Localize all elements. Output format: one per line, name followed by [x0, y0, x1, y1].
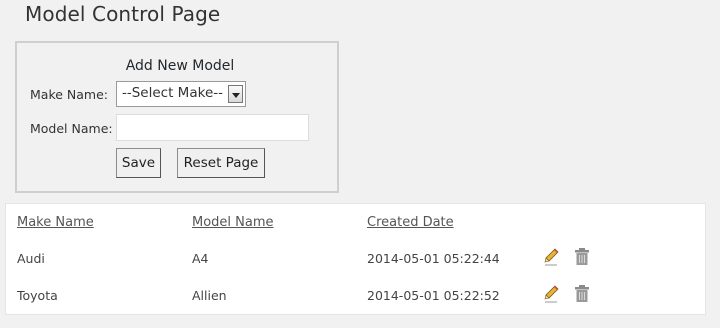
make-name-cell: Audi	[17, 251, 45, 266]
table-row: Audi A4 2014-05-01 05:22:44	[6, 246, 705, 276]
model-name-input[interactable]	[116, 114, 309, 141]
model-name-label: Model Name:	[30, 121, 113, 136]
make-name-label: Make Name:	[30, 87, 108, 102]
column-header-make-name[interactable]: Make Name	[17, 215, 94, 230]
pencil-icon[interactable]	[542, 247, 560, 267]
pencil-icon[interactable]	[542, 284, 560, 304]
make-select[interactable]: --Select Make--	[116, 81, 246, 107]
save-button[interactable]: Save	[116, 148, 161, 178]
page: Model Control Page Add New Model Make Na…	[0, 0, 720, 328]
page-title: Model Control Page	[25, 2, 221, 26]
models-table: Make Name Model Name Created Date Audi A…	[5, 203, 706, 315]
created-date-cell: 2014-05-01 05:22:44	[367, 251, 500, 266]
trash-icon[interactable]	[573, 284, 591, 304]
model-name-cell: Allien	[192, 288, 227, 303]
add-model-form: Add New Model Make Name: --Select Make--…	[15, 41, 339, 193]
dropdown-arrow-icon[interactable]	[228, 85, 243, 103]
form-heading: Add New Model	[125, 58, 235, 74]
trash-icon[interactable]	[573, 247, 591, 267]
created-date-cell: 2014-05-01 05:22:52	[367, 288, 500, 303]
reset-page-button[interactable]: Reset Page	[177, 148, 265, 178]
column-header-model-name[interactable]: Model Name	[192, 215, 274, 230]
make-select-value: --Select Make--	[122, 85, 223, 101]
table-row: Toyota Allien 2014-05-01 05:22:52	[6, 283, 705, 313]
column-header-created-date[interactable]: Created Date	[367, 215, 454, 230]
model-name-cell: A4	[192, 251, 209, 266]
make-name-cell: Toyota	[17, 288, 58, 303]
